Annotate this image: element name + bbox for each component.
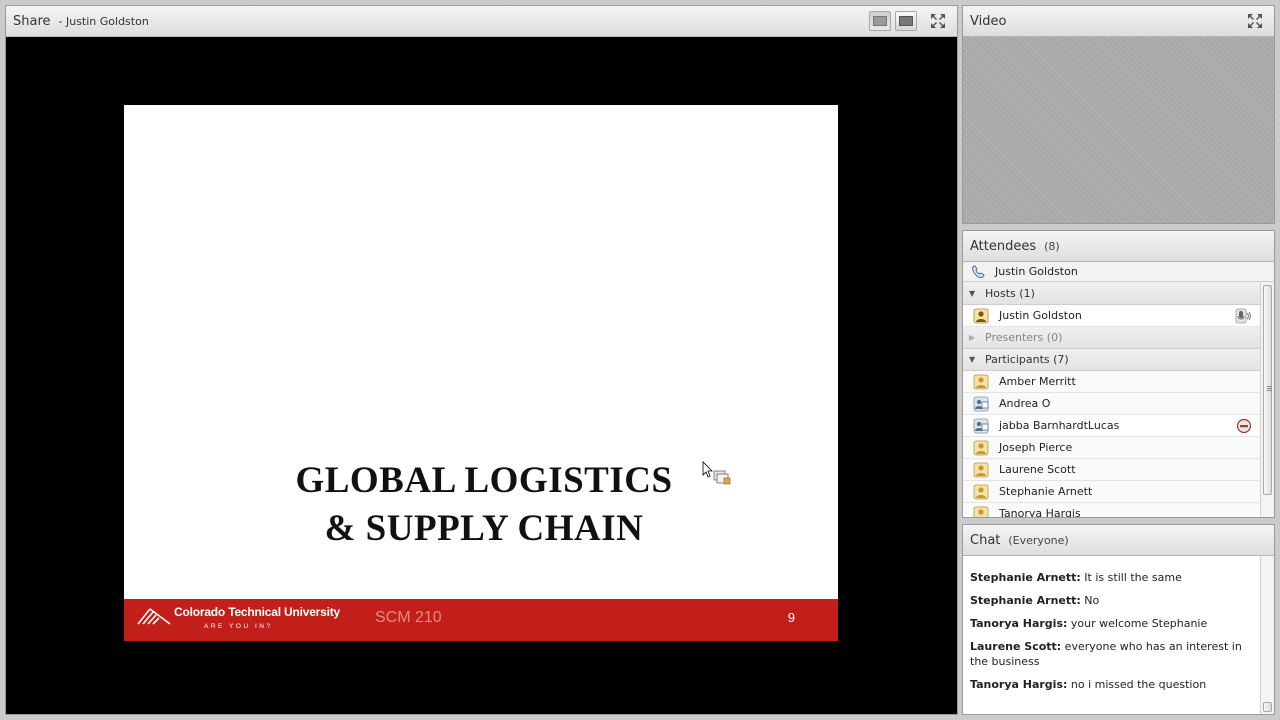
- meeting-room: Share - Justin Goldston GLOBAL LOGISTICS…: [0, 0, 1280, 720]
- attendee-row[interactable]: Laurene Scott: [963, 459, 1260, 481]
- participants-group-header[interactable]: ▼ Participants (7): [963, 349, 1260, 371]
- attendee-row[interactable]: Tanorya Hargis: [963, 503, 1260, 517]
- slide-title: GLOBAL LOGISTICS & SUPPLY CHAIN: [124, 457, 844, 553]
- presenters-group-label: Presenters (0): [985, 331, 1063, 344]
- host-user-icon: [973, 308, 989, 323]
- screen-layout-icon: [899, 16, 913, 26]
- attendees-pod-header: Attendees (8): [963, 231, 1274, 262]
- slide-title-line-1: GLOBAL LOGISTICS: [295, 460, 673, 501]
- attendee-list: ▼ Hosts (1) Justin Goldston ▶ Presenters…: [963, 283, 1260, 517]
- attendee-name: Tanorya Hargis: [999, 507, 1081, 517]
- attendee-name: Laurene Scott: [999, 463, 1076, 476]
- chat-text: no i missed the question: [1067, 678, 1207, 691]
- attendee-row[interactable]: Andrea O: [963, 393, 1260, 415]
- shared-screen-area: GLOBAL LOGISTICS & SUPPLY CHAIN Colorado…: [6, 37, 957, 714]
- video-pod: Video: [962, 5, 1275, 224]
- attendee-row[interactable]: Justin Goldston: [963, 305, 1260, 327]
- video-fullscreen-button[interactable]: [1244, 11, 1266, 31]
- attendee-row[interactable]: Joseph Pierce: [963, 437, 1260, 459]
- share-fullscreen-button[interactable]: [927, 11, 949, 31]
- phone-icon: [972, 265, 985, 278]
- attendee-name: Amber Merritt: [999, 375, 1076, 388]
- expand-triangle-icon: ▼: [969, 289, 976, 298]
- collapse-triangle-icon: ▶: [969, 333, 976, 342]
- chat-pod-header: Chat (Everyone): [963, 525, 1274, 556]
- ctu-brand-name: Colorado Technical University: [174, 605, 341, 619]
- chat-scope: (Everyone): [1008, 533, 1069, 547]
- user-icon: [973, 440, 989, 455]
- video-area: [963, 37, 1274, 223]
- screen-layout-icon: [873, 16, 887, 26]
- attendee-row[interactable]: Stephanie Arnett: [963, 481, 1260, 503]
- attendee-row[interactable]: jabba BarnhardtLucas: [963, 415, 1260, 437]
- slide-page-number: 9: [787, 610, 795, 625]
- chat-sender: Laurene Scott:: [970, 640, 1062, 653]
- screen-user-icon: [973, 418, 989, 433]
- slide-footer: Colorado Technical University ARE YOU IN…: [124, 599, 838, 641]
- chat-message: Tanorya Hargis: your welcome Stephanie: [970, 616, 1255, 631]
- chat-message: Laurene Scott: everyone who has an inter…: [970, 639, 1255, 669]
- share-pod-title: Share: [13, 13, 51, 29]
- presenters-group-header[interactable]: ▶ Presenters (0): [963, 327, 1260, 349]
- chat-messages: Stephanie Arnett: It is still the same S…: [963, 556, 1260, 714]
- chat-pod: Chat (Everyone) Stephanie Arnett: It is …: [962, 524, 1275, 715]
- screen-user-icon: [973, 396, 989, 411]
- attendee-row[interactable]: Amber Merritt: [963, 371, 1260, 393]
- video-pod-header: Video: [963, 6, 1274, 37]
- attendee-name: Andrea O: [999, 397, 1051, 410]
- share-pod-header: Share - Justin Goldston: [6, 6, 957, 37]
- chat-text: your welcome Stephanie: [1067, 617, 1208, 630]
- attendee-name: Justin Goldston: [999, 309, 1082, 322]
- fullscreen-icon: [931, 14, 945, 28]
- scrollbar-thumb[interactable]: [1263, 702, 1272, 712]
- hosts-group-label: Hosts (1): [985, 287, 1035, 300]
- microphone-icon: [1235, 308, 1251, 324]
- chat-message: Tanorya Hargis: no i missed the question: [970, 677, 1255, 692]
- chat-pod-title: Chat: [970, 532, 1001, 548]
- presenter-cursor-icon: [702, 461, 731, 485]
- user-icon: [973, 462, 989, 477]
- user-icon: [973, 484, 989, 499]
- status-away-icon: [1236, 418, 1252, 434]
- chat-sender: Stephanie Arnett:: [970, 571, 1081, 584]
- attendees-pod: Attendees (8) Justin Goldston ▼ Hosts (1…: [962, 230, 1275, 518]
- ctu-logo-mark-icon: [137, 608, 171, 625]
- layout-fit-button[interactable]: [869, 11, 891, 31]
- share-pod-tools: [869, 11, 949, 31]
- ctu-tagline: ARE YOU IN?: [204, 623, 273, 630]
- chat-message: Stephanie Arnett: It is still the same: [970, 570, 1255, 585]
- attendees-count: (8): [1044, 239, 1060, 253]
- chat-text: No: [1080, 594, 1100, 607]
- expand-triangle-icon: ▼: [969, 355, 976, 364]
- share-pod: Share - Justin Goldston GLOBAL LOGISTICS…: [5, 5, 958, 715]
- user-icon: [973, 374, 989, 389]
- chat-scrollbar[interactable]: [1260, 556, 1274, 714]
- user-icon: [973, 506, 989, 517]
- chat-sender: Tanorya Hargis:: [970, 678, 1068, 691]
- slide-title-line-2: & SUPPLY CHAIN: [324, 508, 644, 549]
- my-name: Justin Goldston: [995, 265, 1078, 278]
- scrollbar-thumb[interactable]: [1263, 285, 1272, 495]
- attendee-list-scrollbar[interactable]: [1260, 283, 1274, 517]
- layout-fill-button[interactable]: [895, 11, 917, 31]
- hosts-group-header[interactable]: ▼ Hosts (1): [963, 283, 1260, 305]
- chat-sender: Tanorya Hargis:: [970, 617, 1068, 630]
- participants-group-label: Participants (7): [985, 353, 1069, 366]
- chat-sender: Stephanie Arnett:: [970, 594, 1081, 607]
- attendee-name: Joseph Pierce: [999, 441, 1073, 454]
- course-code: SCM 210: [375, 609, 442, 626]
- fullscreen-icon: [1248, 14, 1262, 28]
- ctu-logo: Colorado Technical University ARE YOU IN…: [136, 605, 340, 630]
- attendee-name: Stephanie Arnett: [999, 485, 1093, 498]
- chat-message: Stephanie Arnett: No: [970, 593, 1255, 608]
- share-presenter-label: - Justin Goldston: [58, 14, 149, 28]
- chat-text: It is still the same: [1080, 571, 1182, 584]
- presentation-slide: GLOBAL LOGISTICS & SUPPLY CHAIN Colorado…: [124, 105, 838, 641]
- video-pod-title: Video: [970, 13, 1007, 29]
- attendee-name: jabba BarnhardtLucas: [999, 419, 1120, 432]
- attendees-pod-title: Attendees: [970, 238, 1037, 254]
- my-status-row[interactable]: Justin Goldston: [963, 262, 1274, 282]
